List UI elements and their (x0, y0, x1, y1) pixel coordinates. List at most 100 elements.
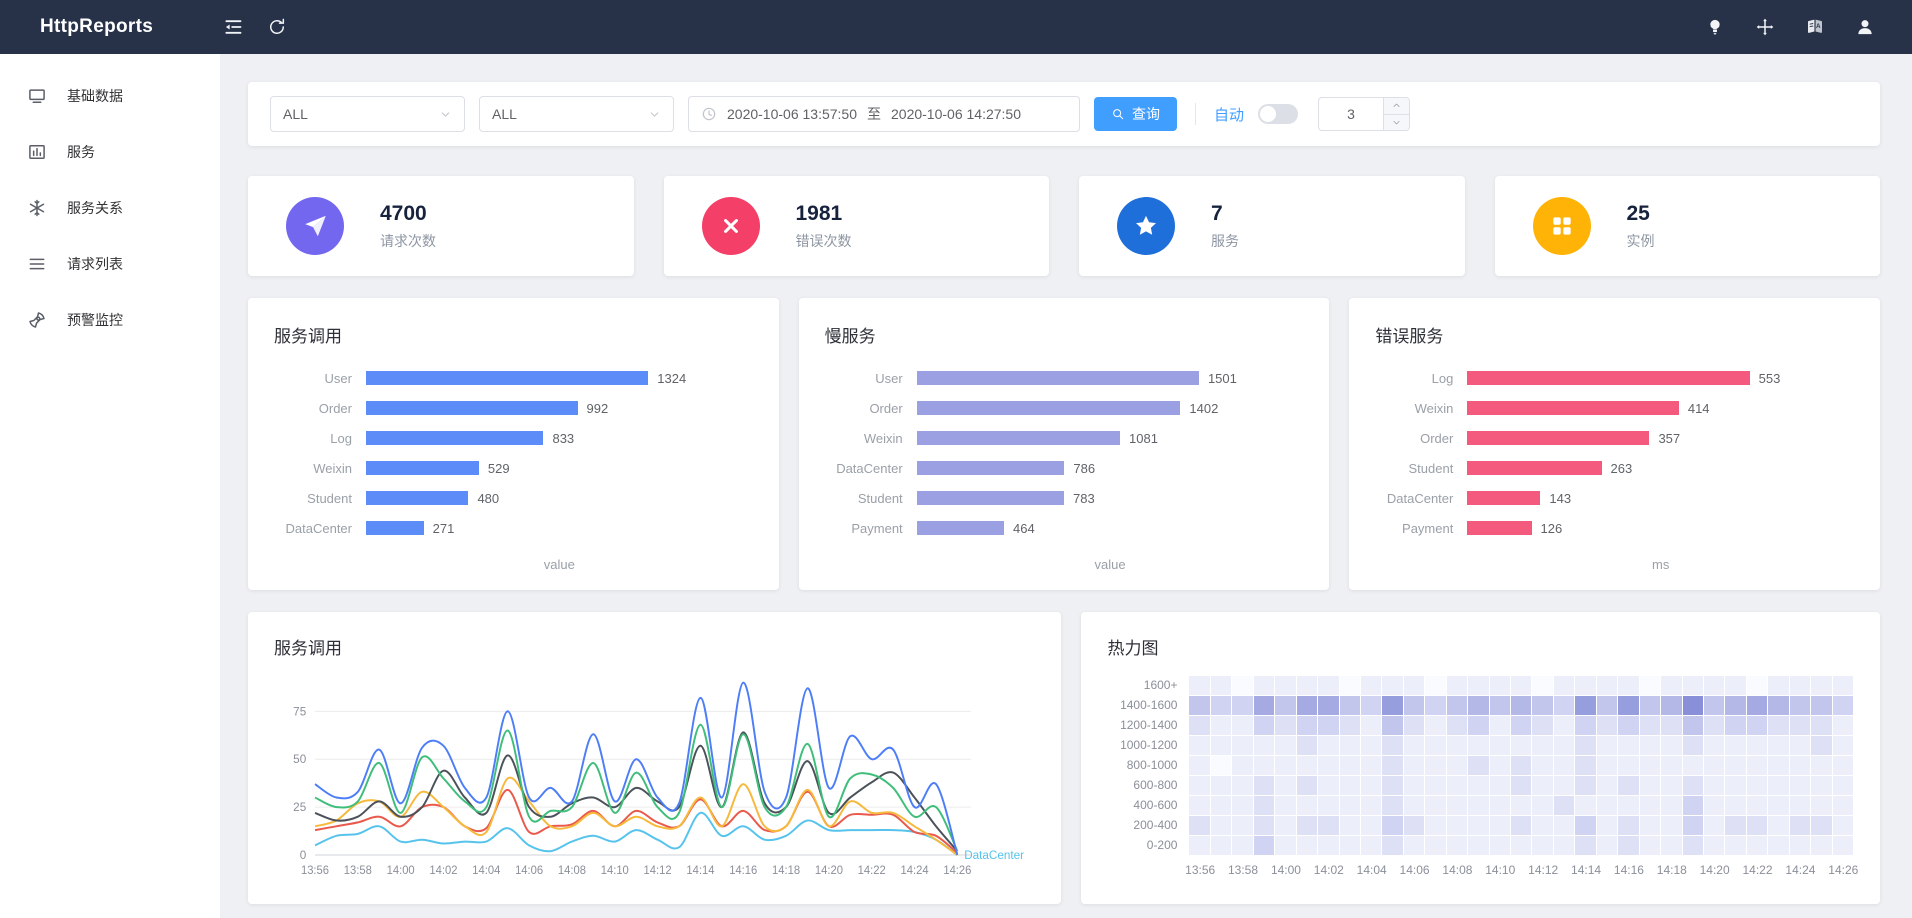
heatmap-cell (1575, 676, 1595, 695)
heatmap-cell (1833, 716, 1853, 735)
bar-area[interactable]: 414 (1467, 401, 1854, 416)
heatmap-cell (1318, 716, 1338, 735)
stats-row: 4700 请求次数 1981 错误次数 7 服务 25 实例 (248, 176, 1880, 276)
bar-area[interactable]: 553 (1467, 371, 1854, 386)
bar-category-label: Weixin (825, 431, 917, 446)
sidebar-item-4[interactable]: 预警监控 (0, 292, 220, 348)
heatmap-row-label: 0-200 (1107, 838, 1189, 852)
heatmap-cell (1661, 736, 1681, 755)
svg-text:0: 0 (300, 848, 307, 862)
close-icon (702, 197, 760, 255)
bar-area[interactable]: 833 (366, 431, 753, 446)
heatmap-cell (1511, 736, 1531, 755)
heatmap-cell (1425, 676, 1445, 695)
sidebar-item-1[interactable]: 服务 (0, 124, 220, 180)
svg-text:13:56: 13:56 (301, 865, 329, 877)
heatmap-cell (1768, 816, 1788, 835)
bar-value: 833 (552, 431, 574, 446)
bar-area[interactable]: 263 (1467, 461, 1854, 476)
bar-area[interactable]: 783 (917, 491, 1304, 506)
bar-value: 464 (1013, 521, 1035, 536)
bar-area[interactable]: 357 (1467, 431, 1854, 446)
heatmap-cell (1683, 816, 1703, 835)
bar-area[interactable]: 1081 (917, 431, 1304, 446)
heatmap-row-label: 200-400 (1107, 818, 1189, 832)
bar-chart-canvas[interactable]: Log 553 Weixin 414 Order 357 Student 263… (1375, 363, 1854, 543)
instance-select[interactable]: ALL (479, 96, 674, 132)
bar-area[interactable]: 126 (1467, 521, 1854, 536)
heatmap-cell (1532, 776, 1552, 795)
bar-value: 1324 (657, 371, 686, 386)
heatmap-card: 热力图 1600+ 1400-1600 1200-1400 1000-1200 … (1081, 612, 1880, 904)
bar-area[interactable]: 786 (917, 461, 1304, 476)
heatmap-cell (1511, 756, 1531, 775)
lightbulb-icon[interactable] (1704, 16, 1726, 38)
heatmap-x-label: 14:04 (1357, 863, 1387, 877)
date-range-picker[interactable]: 2020-10-06 13:57:50 至 2020-10-06 14:27:5… (688, 96, 1080, 132)
bar-chart-canvas[interactable]: User 1501 Order 1402 Weixin 1081 DataCen… (825, 363, 1304, 543)
heatmap-cell (1275, 796, 1295, 815)
svg-text:25: 25 (293, 800, 306, 814)
heatmap-cell (1554, 836, 1574, 855)
bar-area[interactable]: 271 (366, 521, 753, 536)
translate-icon[interactable]: A (1804, 16, 1826, 38)
heatmap-cell (1554, 756, 1574, 775)
bar-area[interactable]: 1402 (917, 401, 1304, 416)
rocket-icon (27, 310, 47, 330)
error-services-bar-card: 错误服务 Log 553 Weixin 414 Order 357 Studen… (1349, 298, 1880, 590)
bar-category-label: User (274, 371, 366, 386)
heatmap-row: 600-800 (1107, 775, 1854, 795)
heatmap-cell (1790, 716, 1810, 735)
heatmap-cell (1211, 816, 1231, 835)
heatmap-x-label: 14:12 (1528, 863, 1558, 877)
sidebar-item-2[interactable]: 服务关系 (0, 180, 220, 236)
navbar-right-icons: A (1704, 16, 1912, 38)
heatmap-x-label: 14:16 (1614, 863, 1644, 877)
bar-area[interactable]: 529 (366, 461, 753, 476)
bar-area[interactable]: 480 (366, 491, 753, 506)
heatmap-x-label: 14:08 (1442, 863, 1472, 877)
sidebar-item-0[interactable]: 基础数据 (0, 68, 220, 124)
line-chart-canvas[interactable]: 025507513:5613:5814:0014:0214:0414:0614:… (274, 665, 1035, 918)
heatmap-cell (1683, 836, 1703, 855)
search-button[interactable]: 查询 (1094, 97, 1177, 131)
sidebar-item-3[interactable]: 请求列表 (0, 236, 220, 292)
heatmap-cell (1511, 776, 1531, 795)
heatmap-cell (1211, 756, 1231, 775)
stepper-up-button[interactable] (1384, 98, 1409, 115)
heatmap-cell (1747, 816, 1767, 835)
bar-area[interactable]: 1501 (917, 371, 1304, 386)
stepper-down-button[interactable] (1384, 115, 1409, 131)
bar-chart-canvas[interactable]: User 1324 Order 992 Log 833 Weixin 529 S… (274, 363, 753, 543)
service-select[interactable]: ALL (270, 96, 465, 132)
heatmap-row: 1400-1600 (1107, 695, 1854, 715)
heatmap-cell (1725, 836, 1745, 855)
bar-value: 126 (1541, 521, 1563, 536)
menu-fold-icon[interactable] (222, 16, 244, 38)
bar-area[interactable]: 1324 (366, 371, 753, 386)
interval-stepper[interactable]: 3 (1318, 97, 1410, 131)
heatmap-cell (1275, 736, 1295, 755)
heatmap-cell (1790, 776, 1810, 795)
svg-text:14:06: 14:06 (515, 865, 543, 877)
heatmap-cell (1704, 836, 1724, 855)
heatmap-cell (1361, 816, 1381, 835)
date-start: 2020-10-06 13:57:50 (727, 106, 857, 122)
bar (917, 491, 1064, 505)
heatmap-cell (1661, 696, 1681, 715)
heatmap-cell (1447, 756, 1467, 775)
bar-area[interactable]: 992 (366, 401, 753, 416)
user-icon[interactable] (1854, 16, 1876, 38)
heatmap-cell (1640, 756, 1660, 775)
heatmap-canvas[interactable]: 1600+ 1400-1600 1200-1400 1000-1200 800-… (1107, 675, 1854, 879)
bar-area[interactable]: 464 (917, 521, 1304, 536)
heatmap-cell (1597, 756, 1617, 775)
refresh-icon[interactable] (266, 16, 288, 38)
stat-card-2: 7 服务 (1079, 176, 1465, 276)
move-icon[interactable] (1754, 16, 1776, 38)
bar-area[interactable]: 143 (1467, 491, 1854, 506)
heatmap-cell (1468, 696, 1488, 715)
heatmap-cell (1811, 696, 1831, 715)
auto-refresh-toggle[interactable] (1258, 104, 1298, 124)
heatmap-cell (1297, 836, 1317, 855)
